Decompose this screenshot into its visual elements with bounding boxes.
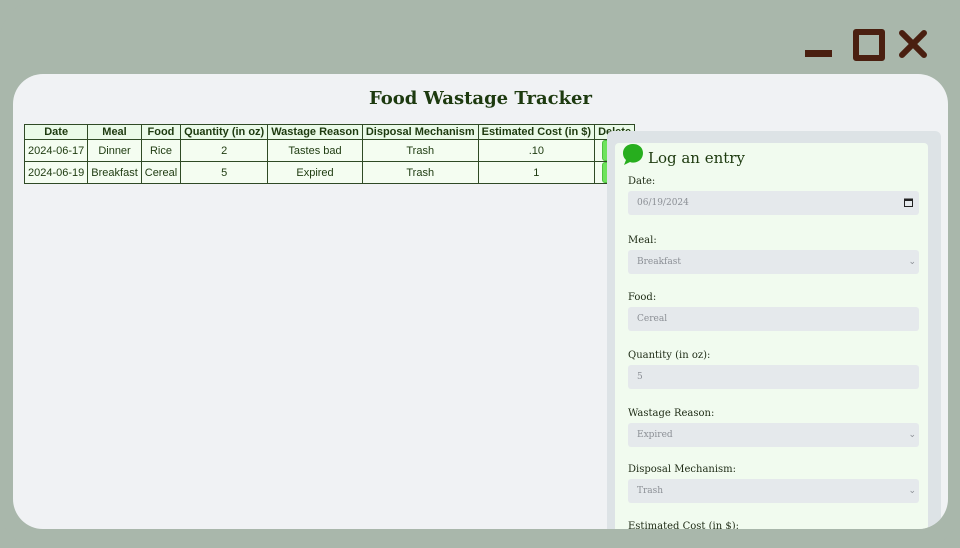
reason-select[interactable]: Expired ⌄ bbox=[628, 423, 919, 447]
chat-bubble-icon bbox=[623, 144, 643, 165]
chevron-down-icon: ⌄ bbox=[908, 257, 916, 267]
reason-label: Wastage Reason: bbox=[628, 408, 715, 419]
cell-quantity: 2 bbox=[180, 139, 269, 162]
calendar-icon[interactable] bbox=[904, 198, 913, 207]
entry-form: Log an entry Date: 06/19/2024 Meal: Brea… bbox=[615, 143, 928, 529]
main-page: Food Wastage Tracker Date Meal Food Quan… bbox=[13, 74, 948, 529]
meal-label: Meal: bbox=[628, 235, 657, 246]
table-row: 2024-06-17 Dinner Rice 2 Tastes bad Tras… bbox=[23, 139, 636, 162]
cell-cost: .10 bbox=[477, 139, 596, 162]
cell-food: Cereal bbox=[140, 161, 182, 184]
date-label: Date: bbox=[628, 176, 656, 187]
quantity-value: 5 bbox=[637, 372, 643, 382]
maximize-icon[interactable] bbox=[853, 29, 885, 61]
cell-reason: Expired bbox=[267, 161, 363, 184]
wastage-table: Date Meal Food Quantity (in oz) Wastage … bbox=[23, 124, 636, 184]
disposal-value: Trash bbox=[637, 486, 664, 496]
cell-quantity: 5 bbox=[180, 161, 269, 184]
cell-disposal: Trash bbox=[361, 139, 479, 162]
cell-cost: 1 bbox=[477, 161, 596, 184]
meal-value: Breakfast bbox=[637, 257, 681, 267]
col-meal: Meal bbox=[87, 124, 142, 140]
disposal-select[interactable]: Trash ⌄ bbox=[628, 479, 919, 503]
chevron-down-icon: ⌄ bbox=[908, 430, 916, 440]
meal-select[interactable]: Breakfast ⌄ bbox=[628, 250, 919, 274]
chevron-down-icon: ⌄ bbox=[908, 486, 916, 496]
cell-reason: Tastes bad bbox=[267, 139, 363, 162]
minimize-icon[interactable] bbox=[805, 50, 832, 57]
col-food: Food bbox=[140, 124, 182, 140]
app-window: Food Wastage Tracker Date Meal Food Quan… bbox=[0, 0, 960, 548]
close-icon[interactable] bbox=[898, 29, 928, 59]
col-reason: Wastage Reason bbox=[267, 124, 363, 140]
food-input[interactable]: Cereal bbox=[628, 307, 919, 331]
cell-date: 2024-06-17 bbox=[23, 139, 89, 162]
reason-value: Expired bbox=[637, 430, 673, 440]
date-field[interactable]: 06/19/2024 bbox=[628, 191, 919, 215]
food-label: Food: bbox=[628, 292, 657, 303]
date-value: 06/19/2024 bbox=[637, 198, 689, 208]
quantity-input[interactable]: 5 bbox=[628, 365, 919, 389]
food-value: Cereal bbox=[637, 314, 668, 324]
cell-meal: Dinner bbox=[87, 139, 142, 162]
col-disposal: Disposal Mechanism bbox=[361, 124, 479, 140]
disposal-label: Disposal Mechanism: bbox=[628, 464, 737, 475]
cell-food: Rice bbox=[140, 139, 182, 162]
col-cost: Estimated Cost (in $) bbox=[477, 124, 596, 140]
cell-date: 2024-06-19 bbox=[23, 161, 89, 184]
cell-meal: Breakfast bbox=[87, 161, 142, 184]
col-date: Date bbox=[23, 124, 89, 140]
entry-panel: Log an entry Date: 06/19/2024 Meal: Brea… bbox=[607, 131, 941, 529]
cell-disposal: Trash bbox=[361, 161, 479, 184]
cost-label: Estimated Cost (in $): bbox=[628, 521, 739, 529]
table-header-row: Date Meal Food Quantity (in oz) Wastage … bbox=[23, 124, 636, 140]
form-title: Log an entry bbox=[648, 149, 745, 167]
table-row: 2024-06-19 Breakfast Cereal 5 Expired Tr… bbox=[23, 161, 636, 184]
quantity-label: Quantity (in oz): bbox=[628, 350, 711, 361]
page-title: Food Wastage Tracker bbox=[369, 88, 592, 109]
col-quantity: Quantity (in oz) bbox=[180, 124, 269, 140]
